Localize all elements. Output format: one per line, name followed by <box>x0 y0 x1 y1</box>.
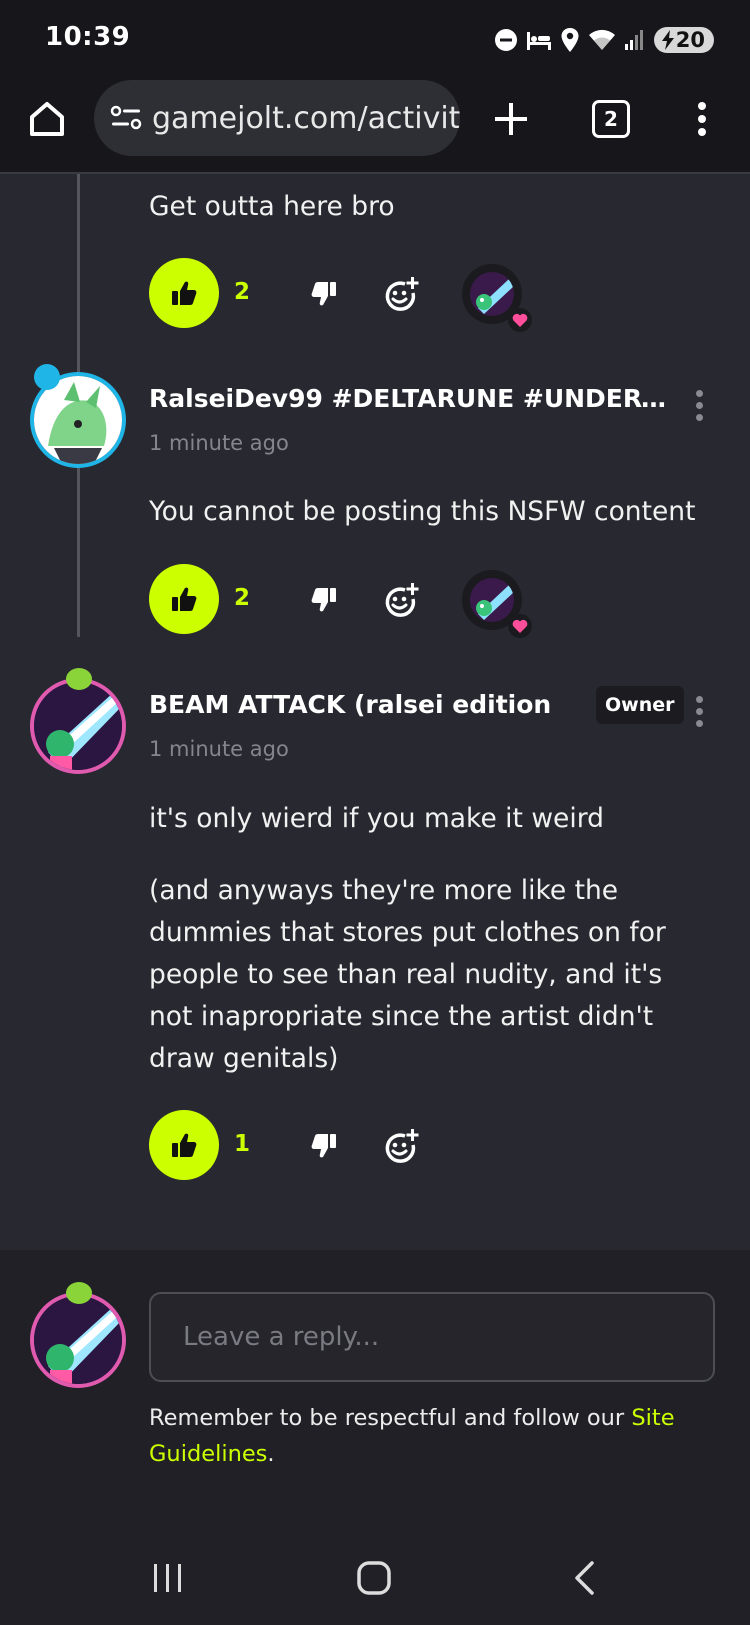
browser-toolbar: gamejolt.com/activity 2 <box>0 80 750 174</box>
bolt-icon <box>661 30 674 50</box>
thumbs-down-icon <box>311 282 336 306</box>
home-nav-icon <box>357 1561 391 1595</box>
like-count: 1 <box>234 1131 251 1157</box>
tabs-button[interactable]: 2 <box>586 94 636 144</box>
status-icons: 20 <box>494 24 714 56</box>
signal-icon <box>624 30 643 50</box>
system-nav-bar <box>0 1530 750 1625</box>
like-button[interactable] <box>149 1110 219 1180</box>
back-button[interactable] <box>554 1548 614 1608</box>
guidelines-end: . <box>267 1441 275 1467</box>
comment-more-button[interactable] <box>692 390 706 421</box>
browser-menu-button[interactable] <box>680 94 724 144</box>
comment-timestamp: 1 minute ago <box>149 431 289 455</box>
reply-area: Remember to be respectful and follow our… <box>0 1250 750 1530</box>
avatar-badge <box>66 1282 92 1304</box>
menu-icon <box>698 102 706 136</box>
current-user-avatar <box>30 1292 126 1388</box>
dislike-button[interactable] <box>300 1122 348 1170</box>
heart-badge <box>508 308 532 332</box>
avatar-badge <box>34 364 60 390</box>
add-reaction-button[interactable] <box>376 576 426 626</box>
dislike-button[interactable] <box>300 576 348 624</box>
add-reaction-icon <box>385 277 419 311</box>
reaction-bubble[interactable] <box>462 264 532 332</box>
comment-author[interactable]: RalseiDev99 #DELTARUNE #UNDERTALE <box>149 384 674 413</box>
comment-text: You cannot be posting this NSFW content <box>149 496 696 527</box>
comment-paragraph: (and anyways they're more like the dummi… <box>149 875 666 1074</box>
battery-level: 20 <box>675 28 705 52</box>
thumbs-down-icon <box>311 1134 336 1158</box>
add-reaction-button[interactable] <box>376 270 426 320</box>
like-count: 2 <box>234 279 251 305</box>
reply-field[interactable] <box>149 1292 715 1382</box>
site-settings-button[interactable] <box>110 104 142 132</box>
site-settings-icon <box>110 105 142 130</box>
status-bar: 10:39 20 <box>0 0 750 80</box>
thumbs-down-icon <box>311 588 336 612</box>
bed-icon <box>526 32 551 50</box>
guidelines-text: Remember to be respectful and follow our <box>149 1405 632 1431</box>
wifi-icon <box>588 29 615 50</box>
new-tab-icon <box>495 103 527 135</box>
comment-text: Get outta here bro <box>149 191 395 222</box>
recent-apps-button[interactable] <box>138 1548 198 1608</box>
add-reaction-icon <box>385 583 419 617</box>
reaction-bubble[interactable] <box>462 570 532 638</box>
reply-input[interactable] <box>151 1294 713 1380</box>
dislike-button[interactable] <box>300 270 348 318</box>
like-count: 2 <box>234 585 251 611</box>
thumbs-up-icon <box>172 587 197 611</box>
comment-paragraph: it's only wierd if you make it weird <box>149 803 604 834</box>
back-icon <box>575 1561 594 1595</box>
new-tab-button[interactable] <box>486 94 536 144</box>
location-icon <box>561 28 579 52</box>
url-text: gamejolt.com/activity <box>152 100 460 136</box>
address-bar[interactable]: gamejolt.com/activity <box>94 80 460 156</box>
reaction-avatar <box>470 272 514 316</box>
heart-icon <box>512 619 528 633</box>
like-button[interactable] <box>149 258 219 328</box>
guidelines-note: Remember to be respectful and follow our… <box>149 1400 709 1472</box>
thumbs-up-icon <box>172 1133 197 1157</box>
comment-author[interactable]: BEAM ATTACK (ralsei edition <box>149 690 579 719</box>
home-button[interactable] <box>22 94 72 144</box>
tabs-icon: 2 <box>592 100 630 138</box>
status-time: 10:39 <box>45 22 131 52</box>
dnd-icon <box>494 29 517 51</box>
add-reaction-icon <box>385 1129 419 1163</box>
reaction-avatar <box>470 578 514 622</box>
comment-timestamp: 1 minute ago <box>149 737 289 761</box>
heart-icon <box>512 313 528 327</box>
home-icon <box>30 102 64 136</box>
owner-badge: Owner <box>596 686 684 724</box>
comment-more-button[interactable] <box>692 696 706 727</box>
battery-indicator: 20 <box>653 27 714 53</box>
avatar[interactable] <box>30 678 126 774</box>
thumbs-up-icon <box>172 281 197 305</box>
avatar-badge <box>66 668 92 690</box>
home-nav-button[interactable] <box>344 1548 404 1608</box>
recent-apps-icon <box>154 1564 181 1592</box>
add-reaction-button[interactable] <box>376 1122 426 1172</box>
heart-badge <box>508 614 532 638</box>
like-button[interactable] <box>149 564 219 634</box>
